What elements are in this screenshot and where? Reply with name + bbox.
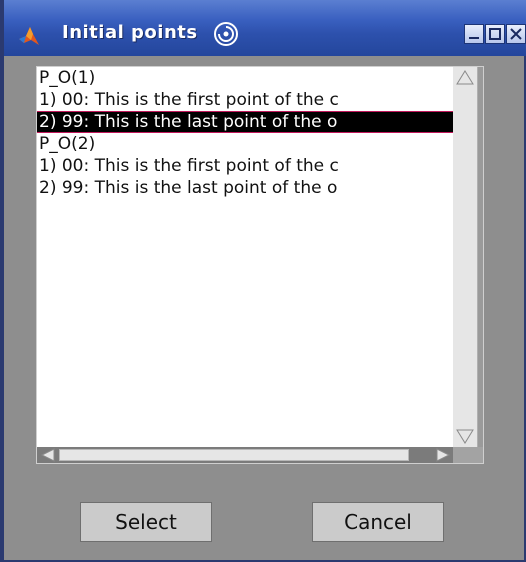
- list-item[interactable]: P_O(2): [37, 133, 453, 155]
- maximize-icon: [489, 28, 501, 40]
- maximize-button[interactable]: [485, 24, 505, 44]
- list-item[interactable]: P_O(1): [37, 67, 453, 89]
- horizontal-scroll-track[interactable]: [37, 447, 453, 463]
- list-item[interactable]: 1) 00: This is the first point of the c: [37, 89, 453, 111]
- horizontal-scrollbar[interactable]: [37, 447, 483, 463]
- list-item[interactable]: 1) 00: This is the first point of the c: [37, 155, 453, 177]
- list-item-selected[interactable]: 2) 99: This is the last point of the o: [37, 111, 453, 133]
- select-button[interactable]: Select: [80, 502, 212, 542]
- vertical-scrollbar[interactable]: [453, 67, 483, 447]
- scroll-down-arrow-icon[interactable]: [455, 427, 475, 445]
- dialog-window: Initial points P_O(1) 1) 00: This is the…: [0, 0, 526, 562]
- dialog-content: P_O(1) 1) 00: This is the first point of…: [4, 56, 524, 560]
- horizontal-scroll-thumb[interactable]: [59, 449, 409, 461]
- minimize-button[interactable]: [464, 24, 484, 44]
- minimize-icon: [469, 37, 479, 39]
- cancel-button[interactable]: Cancel: [312, 502, 444, 542]
- title-bar[interactable]: Initial points: [4, 0, 526, 56]
- vertical-scroll-track[interactable]: [453, 67, 478, 447]
- scroll-right-arrow-icon[interactable]: [435, 448, 451, 462]
- close-button[interactable]: [506, 24, 526, 44]
- points-listbox[interactable]: P_O(1) 1) 00: This is the first point of…: [36, 66, 484, 464]
- window-title: Initial points: [62, 22, 198, 43]
- close-icon: [510, 28, 522, 40]
- scroll-up-arrow-icon[interactable]: [455, 69, 475, 87]
- matlab-logo-icon: [19, 27, 39, 45]
- scroll-left-arrow-icon[interactable]: [40, 448, 56, 462]
- swirl-icon: [214, 22, 238, 46]
- list-items: P_O(1) 1) 00: This is the first point of…: [37, 67, 453, 447]
- list-item[interactable]: 2) 99: This is the last point of the o: [37, 177, 453, 199]
